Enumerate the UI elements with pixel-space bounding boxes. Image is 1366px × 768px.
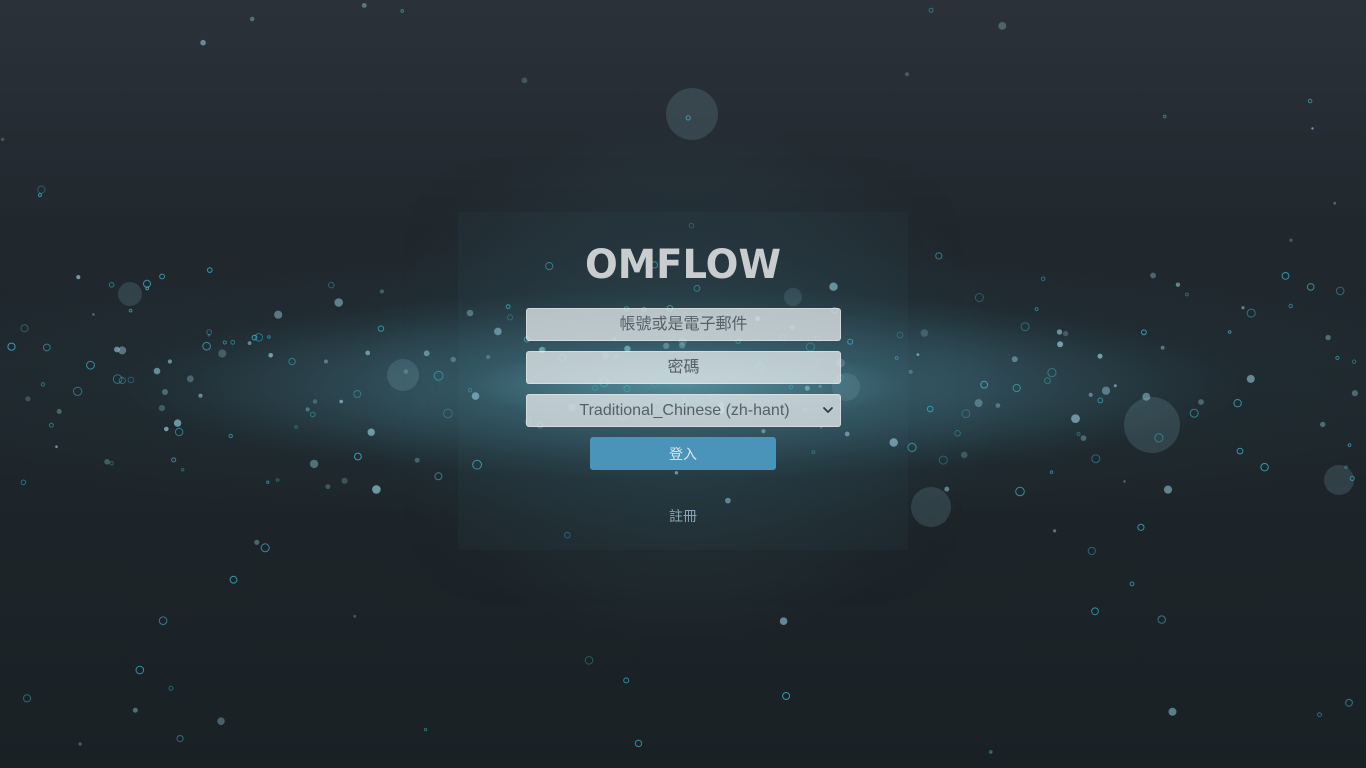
chevron-down-icon (823, 407, 833, 413)
omflow-logo: OMFLOW (585, 243, 781, 283)
login-button[interactable]: 登入 (590, 437, 776, 470)
language-select[interactable]: Traditional_Chinese (zh-hant) (526, 394, 841, 427)
language-select-value: Traditional_Chinese (zh-hant) (579, 402, 790, 419)
login-page: { "brand": { "logo_text": "OMFLOW", "log… (0, 0, 1366, 768)
account-input[interactable] (526, 308, 841, 341)
logo-text: OMFLOW (585, 243, 781, 283)
password-input[interactable] (526, 351, 841, 384)
register-link[interactable]: 註冊 (633, 506, 733, 526)
